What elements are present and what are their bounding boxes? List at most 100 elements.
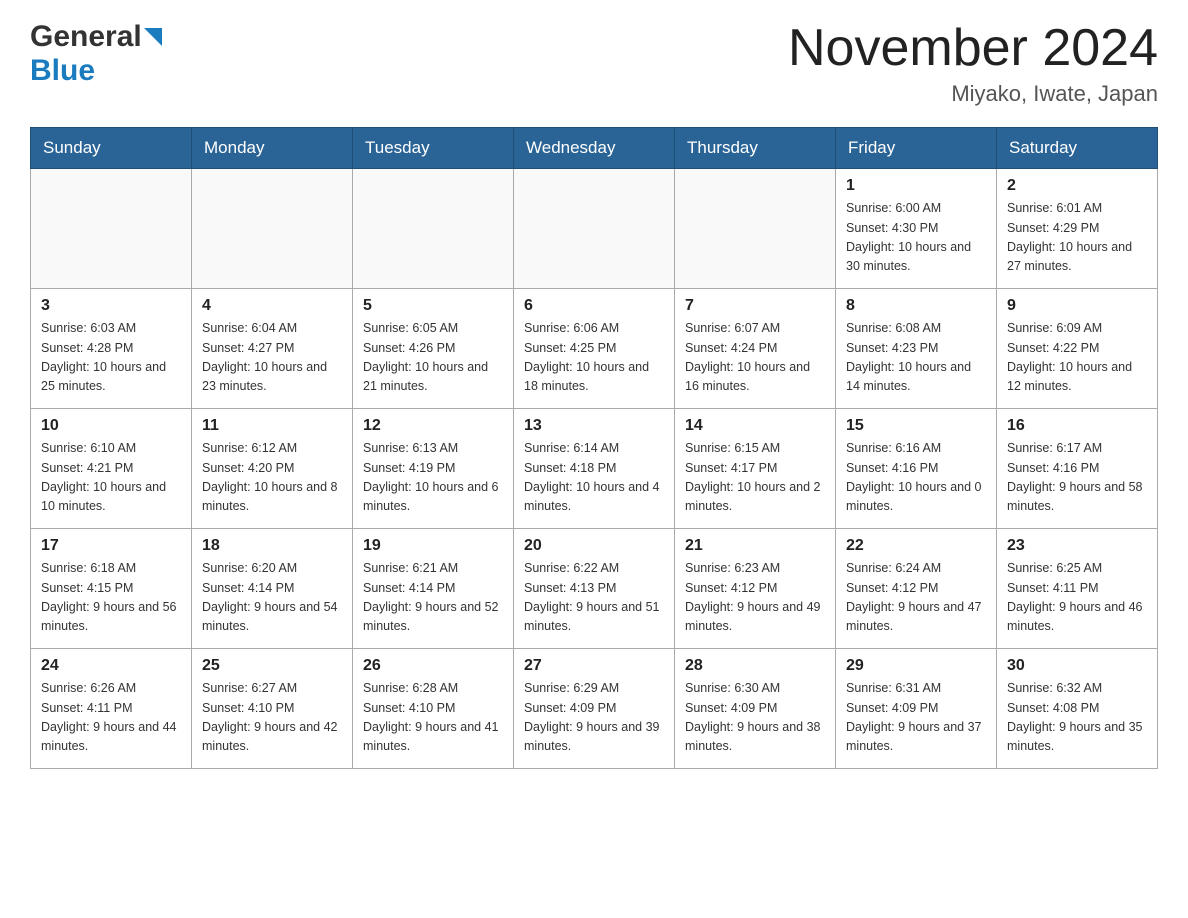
calendar-cell: 19Sunrise: 6:21 AM Sunset: 4:14 PM Dayli… — [353, 529, 514, 649]
calendar-cell: 9 Sunrise: 6:09 AM Sunset: 4:22 PM Daylig… — [997, 289, 1158, 409]
calendar-cell: 17 Sunrise: 6:18 AM Sunset: 4:15 PM Dayli… — [31, 529, 192, 649]
week-row-3: 10 Sunrise: 6:10 AM Sunset: 4:21 PM Dayli… — [31, 409, 1158, 529]
calendar-cell: 2 Sunrise: 6:01 AM Sunset: 4:29 PM Daylig… — [997, 169, 1158, 289]
calendar-cell: 27Sunrise: 6:29 AM Sunset: 4:09 PM Dayli… — [514, 649, 675, 769]
day-number: 6 — [524, 297, 664, 315]
location-label: Miyako, Iwate, Japan — [788, 81, 1158, 107]
calendar-cell — [31, 169, 192, 289]
calendar-cell: 8 Sunrise: 6:08 AM Sunset: 4:23 PM Daylig… — [836, 289, 997, 409]
day-number: 21 — [685, 537, 825, 555]
calendar-cell: 11 Sunrise: 6:12 AM Sunset: 4:20 PM Dayli… — [192, 409, 353, 529]
day-number: 11 — [202, 417, 342, 435]
day-number: 10 — [41, 417, 181, 435]
day-info: Sunrise: 6:17 AM Sunset: 4:16 PM Dayligh… — [1007, 439, 1147, 517]
day-number: 14 — [685, 417, 825, 435]
day-info: Sunrise: 6:30 AM Sunset: 4:09 PM Dayligh… — [685, 679, 825, 757]
day-number: 13 — [524, 417, 664, 435]
day-number: 3 — [41, 297, 181, 315]
day-number: 12 — [363, 417, 503, 435]
day-info: Sunrise: 6:14 AM Sunset: 4:18 PM Dayligh… — [524, 439, 664, 517]
day-number: 25 — [202, 657, 342, 675]
day-info: Sunrise: 6:18 AM Sunset: 4:15 PM Dayligh… — [41, 559, 181, 637]
day-header-thursday: Thursday — [675, 128, 836, 169]
day-number: 9 — [1007, 297, 1147, 315]
calendar-cell — [514, 169, 675, 289]
day-number: 22 — [846, 537, 986, 555]
calendar-table: SundayMondayTuesdayWednesdayThursdayFrid… — [30, 127, 1158, 769]
day-info: Sunrise: 6:03 AM Sunset: 4:28 PM Dayligh… — [41, 319, 181, 397]
day-info: Sunrise: 6:01 AM Sunset: 4:29 PM Dayligh… — [1007, 199, 1147, 277]
page-header: General Blue November 2024 Miyako, Iwate… — [30, 20, 1158, 107]
day-number: 26 — [363, 657, 503, 675]
calendar-cell — [675, 169, 836, 289]
day-info: Sunrise: 6:29 AM Sunset: 4:09 PM Dayligh… — [524, 679, 664, 757]
day-number: 7 — [685, 297, 825, 315]
week-row-1: 1Sunrise: 6:00 AM Sunset: 4:30 PM Daylig… — [31, 169, 1158, 289]
title-block: November 2024 Miyako, Iwate, Japan — [788, 20, 1158, 107]
day-info: Sunrise: 6:27 AM Sunset: 4:10 PM Dayligh… — [202, 679, 342, 757]
calendar-cell: 14Sunrise: 6:15 AM Sunset: 4:17 PM Dayli… — [675, 409, 836, 529]
calendar-cell: 23Sunrise: 6:25 AM Sunset: 4:11 PM Dayli… — [997, 529, 1158, 649]
calendar-cell: 25 Sunrise: 6:27 AM Sunset: 4:10 PM Dayli… — [192, 649, 353, 769]
day-header-sunday: Sunday — [31, 128, 192, 169]
day-info: Sunrise: 6:26 AM Sunset: 4:11 PM Dayligh… — [41, 679, 181, 757]
calendar-cell: 13 Sunrise: 6:14 AM Sunset: 4:18 PM Dayli… — [514, 409, 675, 529]
day-info: Sunrise: 6:23 AM Sunset: 4:12 PM Dayligh… — [685, 559, 825, 637]
calendar-cell: 20 Sunrise: 6:22 AM Sunset: 4:13 PM Dayli… — [514, 529, 675, 649]
day-number: 18 — [202, 537, 342, 555]
calendar-cell: 16 Sunrise: 6:17 AM Sunset: 4:16 PM Dayli… — [997, 409, 1158, 529]
day-number: 16 — [1007, 417, 1147, 435]
calendar-cell: 26 Sunrise: 6:28 AM Sunset: 4:10 PM Dayli… — [353, 649, 514, 769]
day-header-row: SundayMondayTuesdayWednesdayThursdayFrid… — [31, 128, 1158, 169]
day-info: Sunrise: 6:00 AM Sunset: 4:30 PM Dayligh… — [846, 199, 986, 277]
day-info: Sunrise: 6:09 AM Sunset: 4:22 PM Dayligh… — [1007, 319, 1147, 397]
week-row-5: 24 Sunrise: 6:26 AM Sunset: 4:11 PM Dayli… — [31, 649, 1158, 769]
calendar-cell: 22 Sunrise: 6:24 AM Sunset: 4:12 PM Dayli… — [836, 529, 997, 649]
day-info: Sunrise: 6:20 AM Sunset: 4:14 PM Dayligh… — [202, 559, 342, 637]
day-info: Sunrise: 6:10 AM Sunset: 4:21 PM Dayligh… — [41, 439, 181, 517]
calendar-cell: 10 Sunrise: 6:10 AM Sunset: 4:21 PM Dayli… — [31, 409, 192, 529]
day-number: 20 — [524, 537, 664, 555]
day-number: 28 — [685, 657, 825, 675]
calendar-cell: 28 Sunrise: 6:30 AM Sunset: 4:09 PM Dayli… — [675, 649, 836, 769]
day-info: Sunrise: 6:05 AM Sunset: 4:26 PM Dayligh… — [363, 319, 503, 397]
day-info: Sunrise: 6:13 AM Sunset: 4:19 PM Dayligh… — [363, 439, 503, 517]
logo: General Blue — [30, 20, 162, 88]
calendar-cell: 1Sunrise: 6:00 AM Sunset: 4:30 PM Daylig… — [836, 169, 997, 289]
day-number: 17 — [41, 537, 181, 555]
day-number: 29 — [846, 657, 986, 675]
day-header-saturday: Saturday — [997, 128, 1158, 169]
calendar-cell: 24 Sunrise: 6:26 AM Sunset: 4:11 PM Dayli… — [31, 649, 192, 769]
calendar-cell: 15Sunrise: 6:16 AM Sunset: 4:16 PM Dayli… — [836, 409, 997, 529]
day-number: 19 — [363, 537, 503, 555]
calendar-cell: 29 Sunrise: 6:31 AM Sunset: 4:09 PM Dayli… — [836, 649, 997, 769]
calendar-cell: 30 Sunrise: 6:32 AM Sunset: 4:08 PM Dayli… — [997, 649, 1158, 769]
day-info: Sunrise: 6:04 AM Sunset: 4:27 PM Dayligh… — [202, 319, 342, 397]
calendar-cell: 6 Sunrise: 6:06 AM Sunset: 4:25 PM Daylig… — [514, 289, 675, 409]
day-info: Sunrise: 6:07 AM Sunset: 4:24 PM Dayligh… — [685, 319, 825, 397]
day-number: 8 — [846, 297, 986, 315]
day-header-wednesday: Wednesday — [514, 128, 675, 169]
calendar-cell: 12 Sunrise: 6:13 AM Sunset: 4:19 PM Dayli… — [353, 409, 514, 529]
day-info: Sunrise: 6:22 AM Sunset: 4:13 PM Dayligh… — [524, 559, 664, 637]
logo-sub-text: Blue — [30, 54, 95, 87]
day-info: Sunrise: 6:32 AM Sunset: 4:08 PM Dayligh… — [1007, 679, 1147, 757]
week-row-4: 17 Sunrise: 6:18 AM Sunset: 4:15 PM Dayli… — [31, 529, 1158, 649]
day-info: Sunrise: 6:08 AM Sunset: 4:23 PM Dayligh… — [846, 319, 986, 397]
day-number: 30 — [1007, 657, 1147, 675]
calendar-cell: 3 Sunrise: 6:03 AM Sunset: 4:28 PM Daylig… — [31, 289, 192, 409]
day-number: 2 — [1007, 177, 1147, 195]
logo-triangle-icon — [144, 28, 162, 51]
day-number: 5 — [363, 297, 503, 315]
week-row-2: 3 Sunrise: 6:03 AM Sunset: 4:28 PM Daylig… — [31, 289, 1158, 409]
calendar-cell — [192, 169, 353, 289]
calendar-cell: 7 Sunrise: 6:07 AM Sunset: 4:24 PM Daylig… — [675, 289, 836, 409]
day-number: 24 — [41, 657, 181, 675]
day-info: Sunrise: 6:06 AM Sunset: 4:25 PM Dayligh… — [524, 319, 664, 397]
day-info: Sunrise: 6:12 AM Sunset: 4:20 PM Dayligh… — [202, 439, 342, 517]
calendar-cell: 21 Sunrise: 6:23 AM Sunset: 4:12 PM Dayli… — [675, 529, 836, 649]
day-info: Sunrise: 6:28 AM Sunset: 4:10 PM Dayligh… — [363, 679, 503, 757]
day-info: Sunrise: 6:31 AM Sunset: 4:09 PM Dayligh… — [846, 679, 986, 757]
day-info: Sunrise: 6:24 AM Sunset: 4:12 PM Dayligh… — [846, 559, 986, 637]
day-info: Sunrise: 6:16 AM Sunset: 4:16 PM Dayligh… — [846, 439, 986, 517]
